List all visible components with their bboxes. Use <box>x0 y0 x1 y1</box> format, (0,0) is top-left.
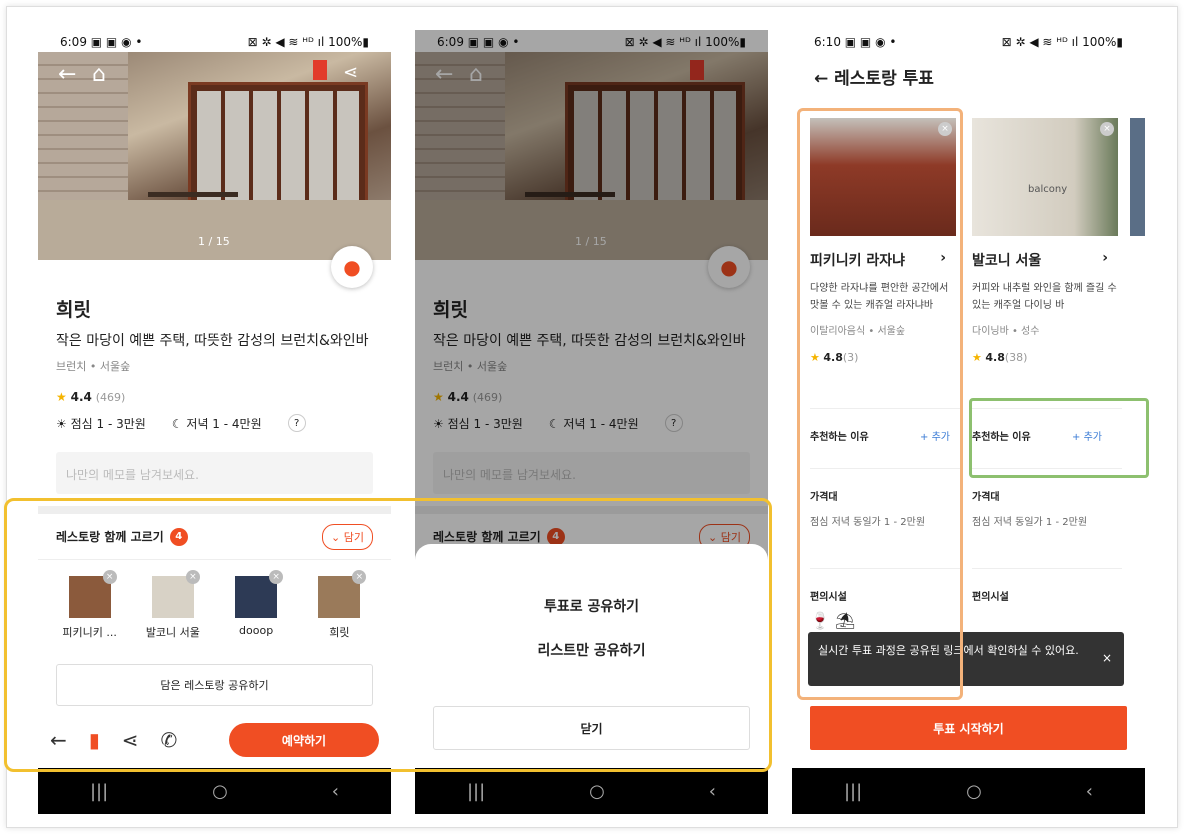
next-card-peek <box>1130 118 1145 236</box>
home-icon[interactable]: ⌂ <box>92 62 106 87</box>
star-icon: ★ <box>972 351 982 364</box>
rating: ★ 4.4 (469) <box>56 390 126 404</box>
highlight-orange <box>797 108 963 700</box>
back-arrow-icon[interactable]: ← <box>58 62 76 87</box>
home-nav-icon[interactable]: ○ <box>966 781 982 802</box>
bookmark-icon[interactable] <box>313 60 327 80</box>
system-nav-bar: ||| ○ ‹ <box>792 768 1145 814</box>
sun-icon: ☀ <box>56 416 67 431</box>
moon-icon: ☾ <box>171 416 183 431</box>
back-nav-icon[interactable]: ‹ <box>709 781 716 802</box>
vote-card[interactable]: balcony × 발코니 서울 › 커피와 내추럴 와인을 함께 즐길 수 있는 … <box>972 118 1122 648</box>
back-arrow-icon[interactable]: ← <box>814 69 828 89</box>
status-time: 6:10 ▣ ▣ ◉ • <box>814 35 897 49</box>
back-nav-icon[interactable]: ‹ <box>332 781 339 802</box>
card-image: balcony × <box>972 118 1118 236</box>
system-nav-bar: ||| ○ ‹ <box>415 768 768 814</box>
price-info: ☀ 점심 1 - 3만원 ☾ 저녁 1 - 4만원 ? <box>56 414 373 432</box>
photo-counter: 1 / 15 <box>198 235 230 248</box>
help-button[interactable]: ? <box>287 414 306 432</box>
card-desc: 커피와 내추럴 와인을 함께 즐길 수 있는 캐주얼 다이닝 바 <box>972 283 1117 311</box>
status-icons: ⊠ ✲ ◀ ≋ ᴴᴰ ıl 100%▮ <box>247 35 369 49</box>
page-title: ← 레스토랑 투표 <box>814 69 934 89</box>
recent-apps-icon[interactable]: ||| <box>467 781 485 802</box>
chevron-right-icon[interactable]: › <box>1102 250 1108 270</box>
map-pin-icon: ● <box>343 255 361 279</box>
status-time: 6:09 ▣ ▣ ◉ • <box>60 35 143 49</box>
home-nav-icon[interactable]: ○ <box>212 781 228 802</box>
restaurant-photo[interactable]: ← ⌂ ⋖ 1 / 15 <box>38 52 391 260</box>
card-category: 다이닝바 • 성수 <box>972 326 1040 337</box>
home-nav-icon[interactable]: ○ <box>589 781 605 802</box>
recent-apps-icon[interactable]: ||| <box>90 781 108 802</box>
system-nav-bar: ||| ○ ‹ <box>38 768 391 814</box>
recent-apps-icon[interactable]: ||| <box>844 781 862 802</box>
memo-input[interactable]: 나만의 메모를 남겨보세요. <box>56 452 373 494</box>
status-bar: 6:09 ▣ ▣ ◉ • ⊠ ✲ ◀ ≋ ᴴᴰ ıl 100%▮ <box>38 30 391 54</box>
status-icons: ⊠ ✲ ◀ ≋ ᴴᴰ ıl 100%▮ <box>1001 35 1123 49</box>
back-nav-icon[interactable]: ‹ <box>1086 781 1093 802</box>
restaurant-category: 브런치 • 서울숲 <box>56 360 131 373</box>
highlight-yellow <box>4 498 772 772</box>
restaurant-name: 희릿 <box>56 299 91 321</box>
status-bar: 6:10 ▣ ▣ ◉ • ⊠ ✲ ◀ ≋ ᴴᴰ ıl 100%▮ <box>792 30 1145 54</box>
star-icon: ★ <box>56 390 67 404</box>
start-vote-button[interactable]: 투표 시작하기 <box>810 706 1127 750</box>
highlight-green <box>969 398 1149 478</box>
restaurant-info: 희릿 작은 마당이 예쁜 주택, 따뜻한 감성의 브런치&와인바 브런치 • 서… <box>56 295 373 432</box>
card-name: 발코니 서울 <box>972 253 1042 269</box>
restaurant-description: 작은 마당이 예쁜 주택, 따뜻한 감성의 브런치&와인바 <box>56 333 369 349</box>
close-icon[interactable]: × <box>1102 650 1112 667</box>
share-icon[interactable]: ⋖ <box>343 62 358 83</box>
remove-icon[interactable]: × <box>1100 122 1114 136</box>
map-pin-button[interactable]: ● <box>331 246 373 288</box>
